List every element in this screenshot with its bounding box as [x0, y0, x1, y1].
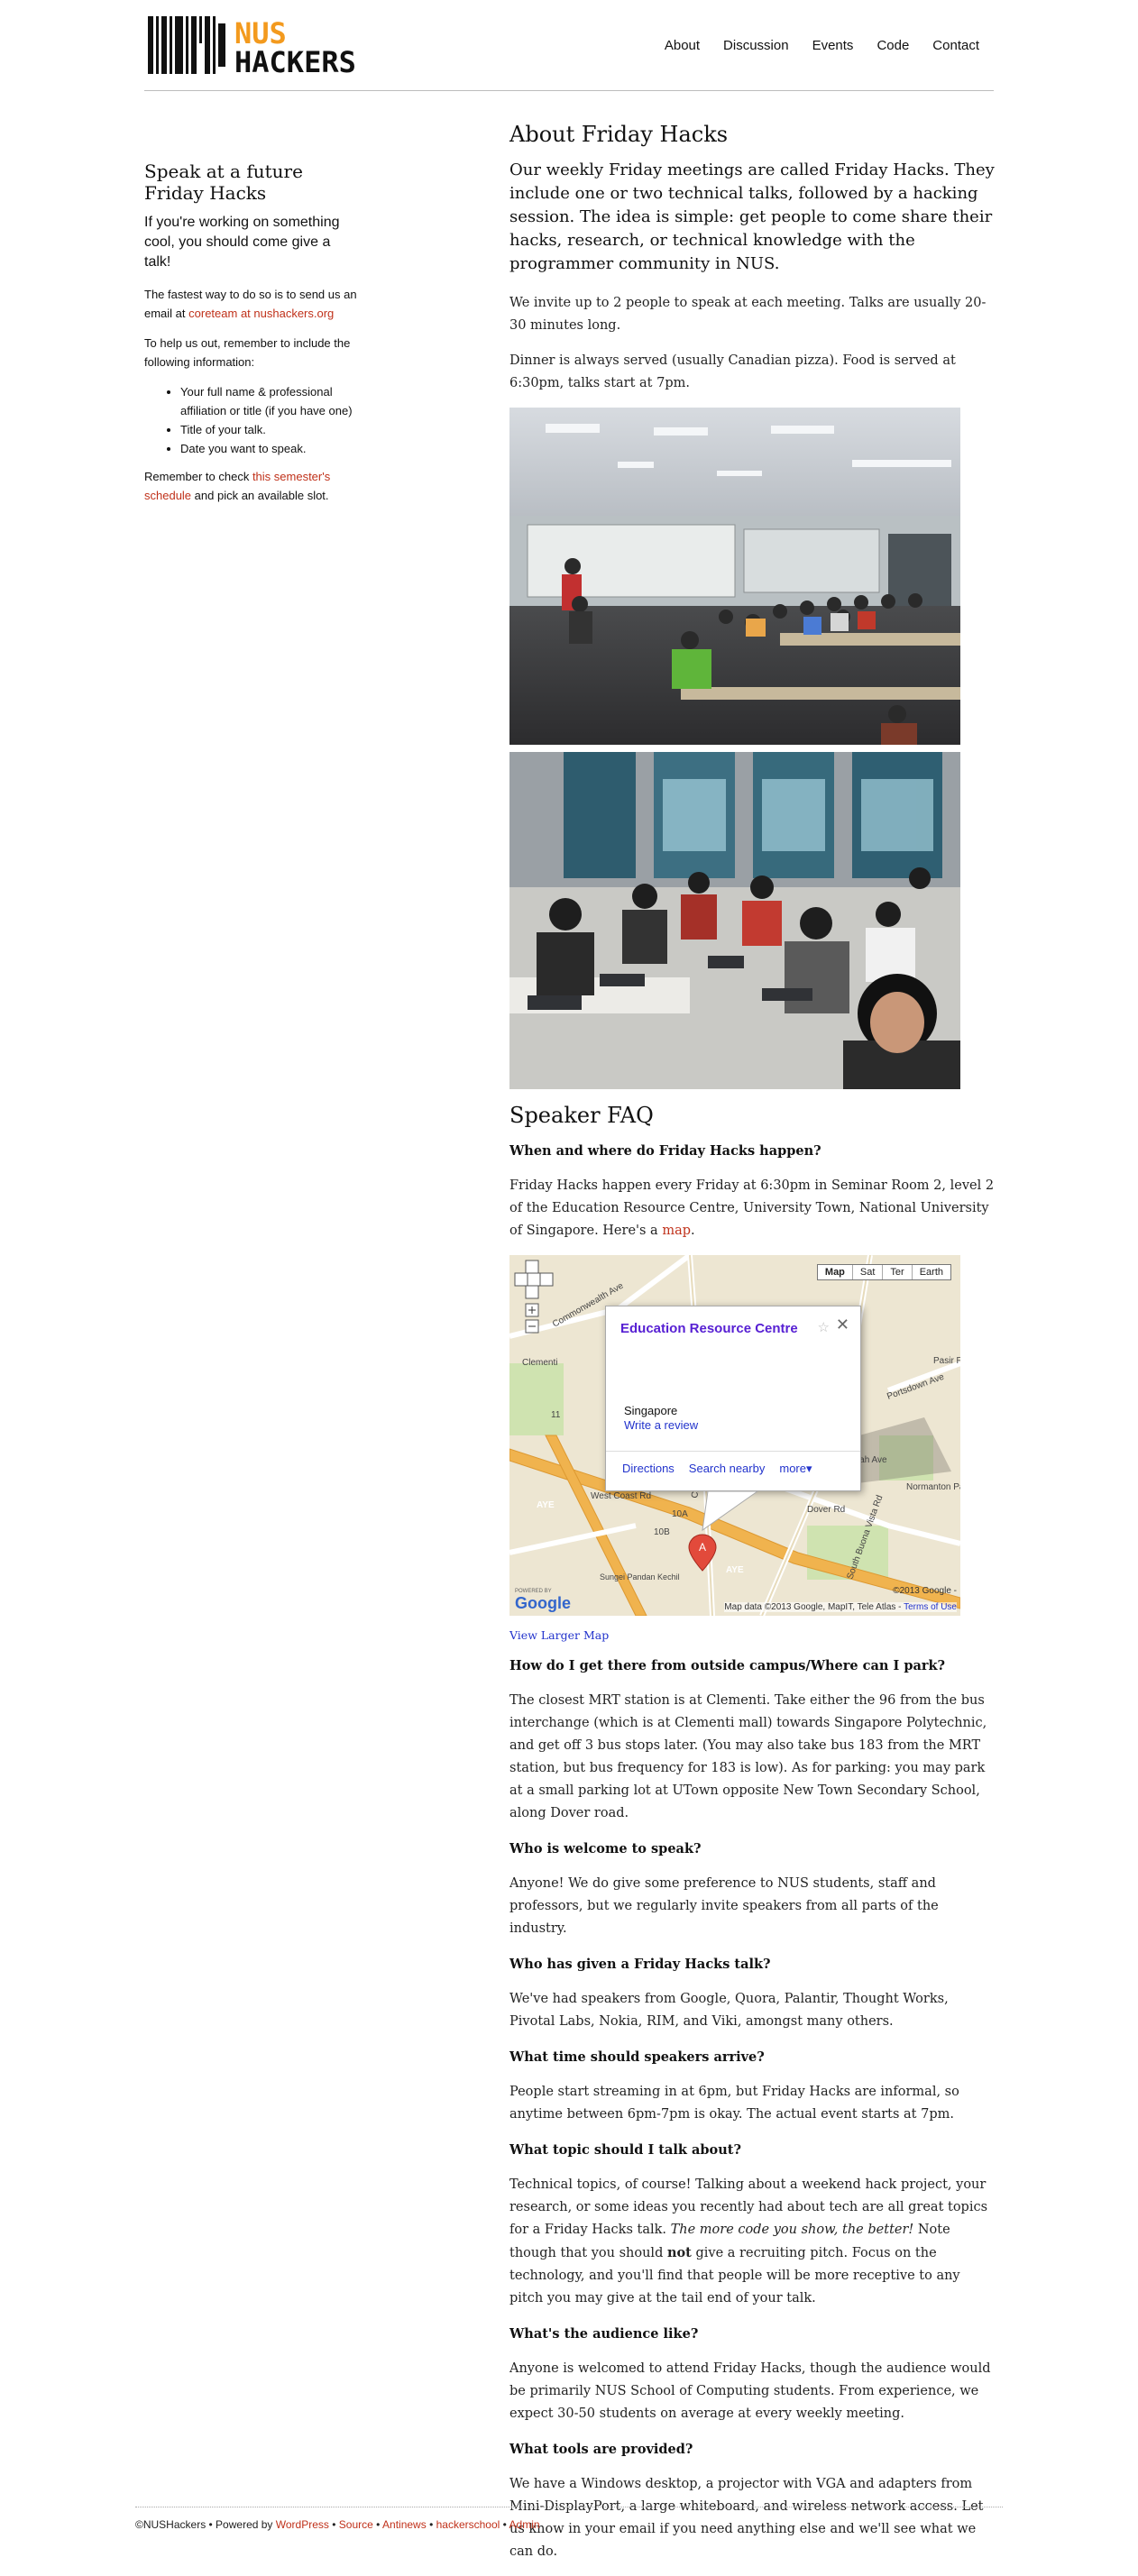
map-type-ter[interactable]: Ter — [883, 1265, 913, 1279]
faq-question: Who is welcome to speak? — [509, 1841, 702, 1856]
map-label: West Coast Rd — [591, 1491, 651, 1501]
list-item: Title of your talk. — [180, 420, 357, 439]
students-photo — [509, 752, 960, 1089]
map-label: 10A — [672, 1509, 688, 1519]
faq-question: What's the audience like? — [509, 2326, 699, 2342]
speakers-paragraph: We invite up to 2 people to speak at eac… — [509, 296, 987, 333]
embedded-map[interactable]: A Clementi AYE AYE West Coast Rd Dover R… — [509, 1255, 960, 1616]
dinner-paragraph: Dinner is always served (usually Canadia… — [509, 353, 956, 390]
directions-link[interactable]: Directions — [622, 1462, 675, 1476]
footer-separator: • — [426, 2518, 436, 2531]
footer-separator: • — [500, 2518, 509, 2531]
footer-link-source[interactable]: Source — [339, 2518, 373, 2531]
faq-answer: We've had speakers from Google, Quora, P… — [509, 1992, 949, 2029]
faq-answer-end: . — [691, 1224, 695, 1238]
info-window-actions: Directions Search nearby more▾ — [622, 1462, 812, 1476]
powered-by: POWERED BY — [515, 1589, 552, 1594]
main-content: About Friday Hacks Our weekly Friday mee… — [509, 121, 996, 2576]
faq-question: Who has given a Friday Hacks talk? — [509, 1957, 771, 1972]
footer-link-admin[interactable]: Admin — [509, 2518, 540, 2531]
zoom-out-icon[interactable] — [525, 1319, 539, 1334]
faq-question: When and where do Friday Hacks happen? — [509, 1143, 821, 1159]
map-data-attribution: Map data ©2013 Google, MapIT, Tele Atlas… — [724, 1602, 957, 1612]
map-type-earth[interactable]: Earth — [913, 1265, 950, 1279]
nav-code[interactable]: Code — [876, 38, 909, 53]
sidebar-email-paragraph: The fastest way to do so is to send us a… — [144, 285, 357, 323]
map-label: AYE — [726, 1565, 744, 1575]
sidebar-schedule-paragraph: Remember to check this semester's schedu… — [144, 467, 357, 505]
nav-contact[interactable]: Contact — [932, 38, 979, 53]
nav-about[interactable]: About — [665, 38, 700, 53]
map-label: AYE — [537, 1500, 555, 1510]
map-info-window: Education Resource Centre ☆ ✕ Singapore … — [605, 1306, 861, 1491]
write-review-link[interactable]: Write a review — [624, 1418, 698, 1432]
faq-question: What topic should I talk about? — [509, 2142, 741, 2158]
map-label: 11 — [551, 1410, 561, 1420]
google-logo: Google — [515, 1594, 571, 1612]
sidebar-schedule-after: and pick an available slot. — [191, 489, 329, 502]
nav-events[interactable]: Events — [812, 38, 854, 53]
faq-answer-text: Friday Hacks happen every Friday at 6:30… — [509, 1178, 995, 1238]
info-list: Your full name & professional affiliatio… — [144, 382, 357, 458]
topic-emphasis: The more code you show, the better! — [670, 2223, 914, 2237]
list-item: Your full name & professional affiliatio… — [180, 382, 357, 420]
map-label: Normanton Park — [906, 1482, 960, 1492]
footer-separator: • — [328, 2518, 339, 2531]
faq-title: Speaker FAQ — [509, 1103, 654, 1128]
faq-answer: Technical topics, of course! Talking abo… — [509, 2174, 996, 2310]
list-item: Date you want to speak. — [180, 439, 357, 458]
info-window-title[interactable]: Education Resource Centre — [620, 1321, 798, 1336]
close-icon[interactable]: ✕ — [836, 1316, 849, 1334]
search-nearby-link[interactable]: Search nearby — [689, 1462, 766, 1476]
map-type-map[interactable]: Map — [818, 1265, 853, 1279]
sidebar: Speak at a future Friday Hacks If you're… — [144, 160, 357, 516]
nav-discussion[interactable]: Discussion — [723, 38, 789, 53]
logo-text-bottom: HACKERS — [234, 45, 356, 78]
info-window-address: Singapore — [624, 1404, 678, 1417]
map-label: Pasir Panjang Rd — [933, 1356, 960, 1366]
map-label: Dover Rd — [807, 1505, 845, 1515]
faq-question: What time should speakers arrive? — [509, 2049, 765, 2065]
view-larger-map-link[interactable]: View Larger Map — [509, 1628, 996, 1642]
intro-text: Our weekly Friday meetings are called Fr… — [509, 160, 995, 273]
footer-copyright: ©NUSHackers • Powered by — [135, 2518, 276, 2531]
footer-link-antinews[interactable]: Antinews — [382, 2518, 427, 2531]
faq-answer: People start streaming in at 6pm, but Fr… — [509, 2085, 959, 2122]
map-label: 10B — [654, 1527, 670, 1537]
faq-answer: Friday Hacks happen every Friday at 6:30… — [509, 1175, 996, 1242]
zoom-in-icon[interactable] — [525, 1303, 539, 1317]
faq-answer: The closest MRT station is at Clementi. … — [509, 1693, 987, 1820]
faq-answer: Anyone is welcomed to attend Friday Hack… — [509, 2361, 991, 2421]
map-type-sat[interactable]: Sat — [853, 1265, 884, 1279]
map-link[interactable]: map — [662, 1224, 691, 1238]
terms-of-use-link[interactable]: Terms of Use — [904, 1602, 957, 1612]
faq-answer: Anyone! We do give some preference to NU… — [509, 1876, 939, 1936]
footer-link-hackerschool[interactable]: hackerschool — [436, 2518, 500, 2531]
faq-question: What tools are provided? — [509, 2442, 693, 2457]
map-copyright: ©2013 Google - — [893, 1586, 957, 1596]
seminar-room-photo — [509, 408, 960, 745]
page-title: About Friday Hacks — [509, 122, 729, 147]
site-header: NUS HACKERS About Discussion Events Code… — [144, 11, 994, 91]
faq-list: How do I get there from outside campus/W… — [509, 1655, 996, 2563]
sidebar-schedule-before: Remember to check — [144, 470, 252, 483]
main-nav: About Discussion Events Code Contact — [665, 38, 979, 53]
star-icon[interactable]: ☆ — [818, 1319, 830, 1335]
faq-question: How do I get there from outside campus/W… — [509, 1658, 946, 1673]
sidebar-title: Speak at a future Friday Hacks — [144, 160, 303, 204]
site-footer: ©NUSHackers • Powered by WordPress • Sou… — [135, 2507, 1003, 2531]
footer-separator: • — [372, 2518, 383, 2531]
email-link[interactable]: coreteam at nushackers.org — [188, 307, 334, 320]
marker-letter: A — [699, 1541, 706, 1554]
more-link[interactable]: more▾ — [779, 1462, 812, 1476]
map-type-control[interactable]: Map Sat Ter Earth — [816, 1264, 951, 1280]
map-data-text: Map data ©2013 Google, MapIT, Tele Atlas… — [724, 1602, 904, 1612]
map-label: Clementi — [522, 1358, 557, 1368]
sidebar-info-paragraph: To help us out, remember to include the … — [144, 336, 351, 369]
footer-link-wordpress[interactable]: WordPress — [276, 2518, 329, 2531]
map-label: Sungei Pandan Kechil — [600, 1572, 680, 1581]
sidebar-lead: If you're working on something cool, you… — [144, 215, 340, 270]
nushackers-logo[interactable]: NUS HACKERS — [144, 13, 406, 78]
topic-strong: not — [666, 2245, 692, 2260]
